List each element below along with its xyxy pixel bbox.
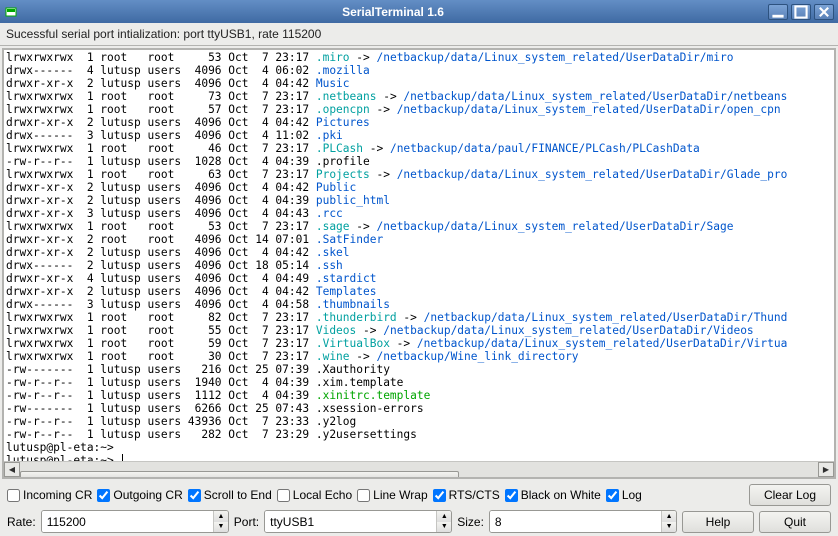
rate-up-icon[interactable]: ▲ [214, 511, 228, 522]
maximize-button[interactable] [791, 4, 811, 20]
log-label: Log [622, 488, 642, 502]
clear-log-button[interactable]: Clear Log [749, 484, 831, 506]
port-input[interactable] [265, 511, 436, 532]
size-up-icon[interactable]: ▲ [662, 511, 676, 522]
local-echo-label: Local Echo [293, 488, 352, 502]
status-message: Sucessful serial port intialization: por… [0, 23, 838, 46]
incoming-cr-checkbox[interactable]: Incoming CR [7, 488, 92, 502]
port-combo[interactable]: ▲▼ [264, 510, 452, 533]
close-button[interactable] [814, 4, 834, 20]
local-echo-checkbox[interactable]: Local Echo [277, 488, 352, 502]
scroll-right-button[interactable]: ▶ [818, 462, 834, 477]
app-icon [4, 5, 18, 19]
rate-combo[interactable]: ▲▼ [41, 510, 229, 533]
scroll-left-button[interactable]: ◀ [4, 462, 20, 477]
incoming-cr-label: Incoming CR [23, 488, 92, 502]
line-wrap-checkbox[interactable]: Line Wrap [357, 488, 427, 502]
quit-button[interactable]: Quit [759, 511, 831, 533]
rate-label: Rate: [7, 515, 36, 529]
rts-cts-checkbox[interactable]: RTS/CTS [433, 488, 500, 502]
titlebar: SerialTerminal 1.6 [0, 0, 838, 23]
line-wrap-label: Line Wrap [373, 488, 427, 502]
rts-cts-label: RTS/CTS [449, 488, 500, 502]
log-checkbox[interactable]: Log [606, 488, 642, 502]
outgoing-cr-checkbox[interactable]: Outgoing CR [97, 488, 182, 502]
rate-input[interactable] [42, 511, 213, 532]
size-input[interactable] [490, 511, 661, 532]
port-down-icon[interactable]: ▼ [437, 522, 451, 533]
scroll-end-checkbox[interactable]: Scroll to End [188, 488, 272, 502]
scroll-end-label: Scroll to End [204, 488, 272, 502]
help-button[interactable]: Help [682, 511, 754, 533]
size-combo[interactable]: ▲▼ [489, 510, 677, 533]
horizontal-scrollbar[interactable]: ◀ ▶ [4, 461, 834, 477]
outgoing-cr-label: Outgoing CR [113, 488, 182, 502]
port-label: Port: [234, 515, 259, 529]
controls-panel: Incoming CR Outgoing CR Scroll to End Lo… [0, 481, 838, 536]
black-white-checkbox[interactable]: Black on White [505, 488, 601, 502]
size-label: Size: [457, 515, 484, 529]
terminal-output[interactable]: lrwxrwxrwx 1 root root 53 Oct 7 23:17 .m… [4, 50, 834, 461]
scroll-thumb[interactable] [20, 471, 459, 480]
size-down-icon[interactable]: ▼ [662, 522, 676, 533]
black-white-label: Black on White [521, 488, 601, 502]
minimize-button[interactable] [768, 4, 788, 20]
port-up-icon[interactable]: ▲ [437, 511, 451, 522]
window-title: SerialTerminal 1.6 [18, 5, 768, 19]
terminal-panel: lrwxrwxrwx 1 root root 53 Oct 7 23:17 .m… [2, 48, 836, 479]
rate-down-icon[interactable]: ▼ [214, 522, 228, 533]
